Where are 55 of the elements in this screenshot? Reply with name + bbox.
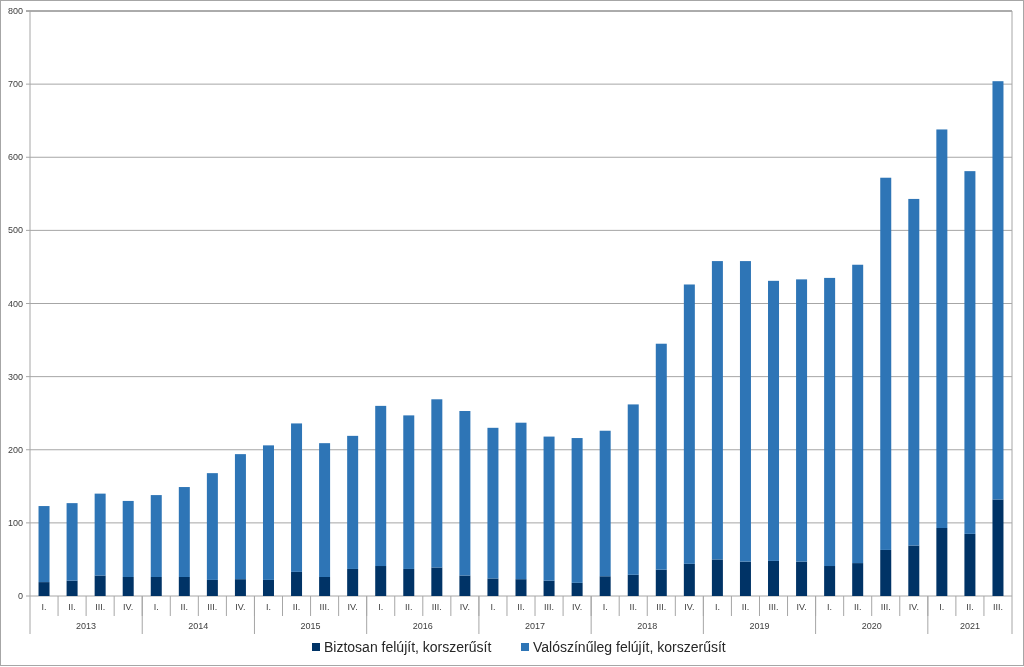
axis-label: 300 bbox=[7, 371, 23, 382]
axis-label: IV. bbox=[347, 602, 358, 612]
axis-label: II. bbox=[966, 602, 974, 612]
axis-label: 2021 bbox=[959, 621, 980, 631]
axis-label: 600 bbox=[7, 152, 23, 163]
axis-label: II. bbox=[517, 602, 525, 612]
axis-label: 2019 bbox=[749, 621, 770, 631]
axis-label: III. bbox=[319, 602, 330, 612]
axis-label: II. bbox=[180, 602, 189, 612]
axis-label: 700 bbox=[7, 79, 23, 90]
axis-label: IV. bbox=[684, 602, 695, 612]
axis-label: II. bbox=[741, 602, 750, 612]
legend-label: Valószínűleg felújít, korszerűsít bbox=[533, 639, 726, 655]
axis-label: II. bbox=[405, 602, 413, 612]
axis-label: I. bbox=[41, 602, 47, 612]
axis-label: I. bbox=[266, 602, 271, 612]
axis-label: III. bbox=[880, 602, 891, 612]
axis-label: III. bbox=[992, 602, 1003, 612]
axis-label: I. bbox=[378, 602, 384, 612]
axis-label: I. bbox=[490, 602, 496, 612]
axis-label: II. bbox=[853, 602, 862, 612]
axis-label: III. bbox=[768, 602, 779, 612]
axis-label: III. bbox=[431, 602, 442, 612]
axis-label: IV. bbox=[796, 602, 807, 612]
axis-label: 0 bbox=[18, 591, 23, 601]
axis-label: III. bbox=[544, 602, 555, 612]
axis-label: 2020 bbox=[861, 621, 882, 631]
axis-label: III. bbox=[207, 602, 218, 612]
axis-label: IV. bbox=[908, 602, 919, 612]
legend-label: Biztosan felújít, korszerűsít bbox=[324, 639, 492, 655]
axis-label: I. bbox=[153, 602, 159, 612]
axis-label: I. bbox=[602, 602, 608, 612]
axis-label: 2016 bbox=[412, 621, 433, 631]
axis-label: IV. bbox=[459, 602, 470, 612]
axis-label: 2014 bbox=[188, 621, 209, 631]
axis-label: III. bbox=[656, 602, 667, 612]
axis-label: IV. bbox=[123, 602, 134, 612]
axis-label: 200 bbox=[7, 444, 23, 455]
axis-label: I. bbox=[939, 602, 945, 612]
axis-label: I. bbox=[714, 602, 720, 612]
axis-label: IV. bbox=[235, 602, 246, 612]
axis-label: 2018 bbox=[637, 621, 658, 631]
axis-label: 400 bbox=[7, 298, 23, 309]
axis-label: II. bbox=[629, 602, 637, 612]
axis-label: 2015 bbox=[300, 621, 321, 631]
axis-label: II. bbox=[292, 602, 301, 612]
axis-label: 2013 bbox=[76, 621, 97, 631]
axis-label: IV. bbox=[572, 602, 583, 612]
axis-label: 800 bbox=[7, 6, 23, 16]
axis-label: 2017 bbox=[525, 621, 546, 631]
axis-label: II. bbox=[68, 602, 76, 612]
axis-label: I. bbox=[827, 602, 833, 612]
axis-label: III. bbox=[95, 602, 106, 612]
axis-label: 500 bbox=[7, 225, 23, 236]
axis-label: 100 bbox=[7, 517, 23, 528]
